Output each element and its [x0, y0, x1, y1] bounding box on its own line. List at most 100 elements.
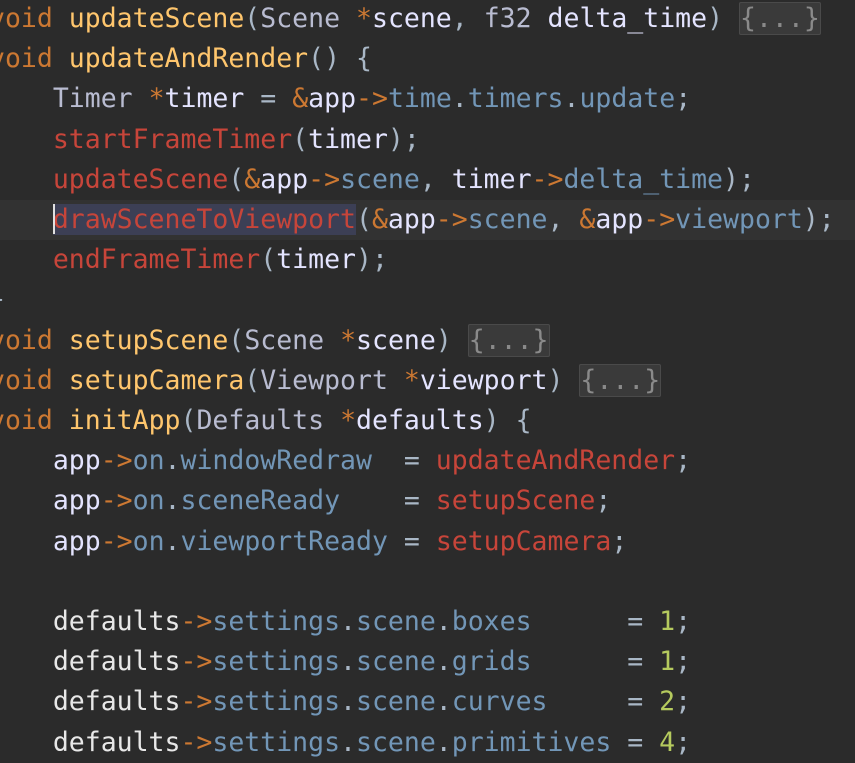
code-token: defaults — [356, 405, 484, 436]
code-token: . — [164, 445, 181, 477]
code-token: ); — [356, 244, 388, 276]
code-line[interactable]: void initApp(Defaults *defaults) { — [0, 401, 855, 441]
code-token: void — [0, 324, 53, 356]
code-line[interactable] — [0, 562, 855, 602]
code-line[interactable]: app->on.windowRedraw = updateAndRender; — [0, 441, 855, 481]
code-token: Scene — [260, 3, 341, 34]
code-line[interactable]: defaults->settings.scene.grids = 1; — [0, 642, 855, 682]
code-line[interactable]: updateScene(&app->scene, timer->delta_ti… — [0, 160, 855, 200]
code-line[interactable]: endFrameTimer(timer); — [0, 240, 855, 280]
code-token: ; — [595, 485, 612, 517]
code-line[interactable]: defaults->settings.scene.boxes = 1; — [0, 602, 855, 642]
code-token: ); — [387, 123, 420, 155]
code-token: f32 — [483, 3, 532, 34]
code-token: & — [292, 83, 309, 115]
code-token: updateAndRender — [435, 445, 676, 477]
code-token: scene — [340, 163, 420, 195]
code-token: -> — [308, 163, 341, 195]
folded-block-button[interactable]: {...} — [739, 2, 821, 35]
code-line[interactable]: } — [0, 280, 855, 320]
code-token: . — [563, 83, 580, 115]
code-token: . — [435, 606, 452, 637]
code-token: void — [0, 43, 53, 75]
code-token: -> — [180, 606, 213, 637]
code-token: scene — [356, 324, 436, 356]
code-line[interactable]: void updateScene(Scene *scene, f32 delta… — [0, 0, 855, 39]
code-line-current[interactable]: drawSceneToViewport(&app->scene, &app->v… — [0, 200, 855, 240]
code-token: settings — [212, 686, 341, 718]
folded-block-button[interactable]: {...} — [467, 323, 550, 357]
code-editor[interactable]: void updateScene(Scene *scene, f32 delta… — [0, 0, 855, 762]
code-token: timers — [467, 83, 564, 115]
code-token: curves — [451, 686, 548, 718]
code-token: delta_time — [547, 3, 708, 34]
code-token: app — [595, 204, 644, 235]
text-caret — [52, 203, 55, 234]
code-token: windowRedraw — [180, 445, 372, 477]
code-line[interactable]: startFrameTimer(timer); — [0, 120, 855, 160]
code-token: ( — [228, 324, 245, 356]
code-token: -> — [100, 525, 133, 557]
code-token: * — [356, 3, 372, 34]
code-line[interactable]: void setupScene(Scene *scene) {...} — [0, 321, 855, 361]
code-token: ; — [675, 606, 692, 637]
code-token: . — [164, 485, 181, 517]
code-line[interactable]: void setupCamera(Viewport *viewport) {..… — [0, 361, 855, 401]
code-token: -> — [643, 204, 676, 235]
code-token: settings — [212, 646, 341, 678]
code-line[interactable]: app->on.sceneReady = setupScene; — [0, 481, 855, 521]
code-token: () { — [308, 43, 372, 75]
code-token: timer — [451, 163, 532, 195]
code-token: Defaults — [196, 405, 325, 436]
code-line[interactable]: app->on.viewportReady = setupCamera; — [0, 522, 855, 562]
code-token: void — [0, 405, 53, 436]
code-token: on — [132, 445, 165, 477]
code-token: * — [148, 83, 165, 115]
code-line[interactable]: Timer *timer = &app->time.timers.update; — [0, 79, 855, 119]
code-token: -> — [100, 445, 133, 477]
code-token: delta_time — [563, 163, 724, 195]
code-token: app — [52, 445, 101, 477]
code-token: . — [435, 726, 452, 758]
code-token: & — [244, 163, 261, 195]
code-token: ); — [802, 204, 835, 235]
code-token: drawSceneToViewport — [52, 204, 356, 235]
code-token: boxes — [451, 606, 532, 637]
code-line[interactable]: void updateAndRender() { — [0, 39, 855, 79]
code-token: ( — [355, 204, 372, 235]
code-token: timer — [308, 123, 388, 155]
code-token: . — [340, 686, 356, 718]
code-token: ) — [707, 3, 739, 34]
code-token: void — [0, 3, 53, 34]
code-token: time — [387, 83, 452, 115]
code-token: settings — [212, 606, 341, 637]
code-token: , — [419, 163, 452, 195]
code-token: -> — [531, 163, 564, 195]
code-token: initApp — [68, 405, 181, 436]
code-line[interactable]: defaults->settings.scene.curves = 2; — [0, 682, 855, 722]
code-line[interactable]: defaults->settings.scene.primitives = 4; — [0, 723, 855, 763]
code-token: app — [52, 485, 101, 517]
code-token: on — [132, 525, 165, 557]
folded-block-button[interactable]: {...} — [579, 363, 662, 397]
code-token: ; — [675, 686, 692, 718]
code-token: } — [0, 284, 5, 315]
code-token: viewport — [419, 364, 548, 396]
code-token: timer — [164, 83, 245, 115]
code-token: timer — [276, 244, 356, 276]
code-token: ( — [180, 405, 197, 436]
code-token: defaults — [52, 726, 181, 758]
code-token: startFrameTimer — [52, 123, 293, 155]
